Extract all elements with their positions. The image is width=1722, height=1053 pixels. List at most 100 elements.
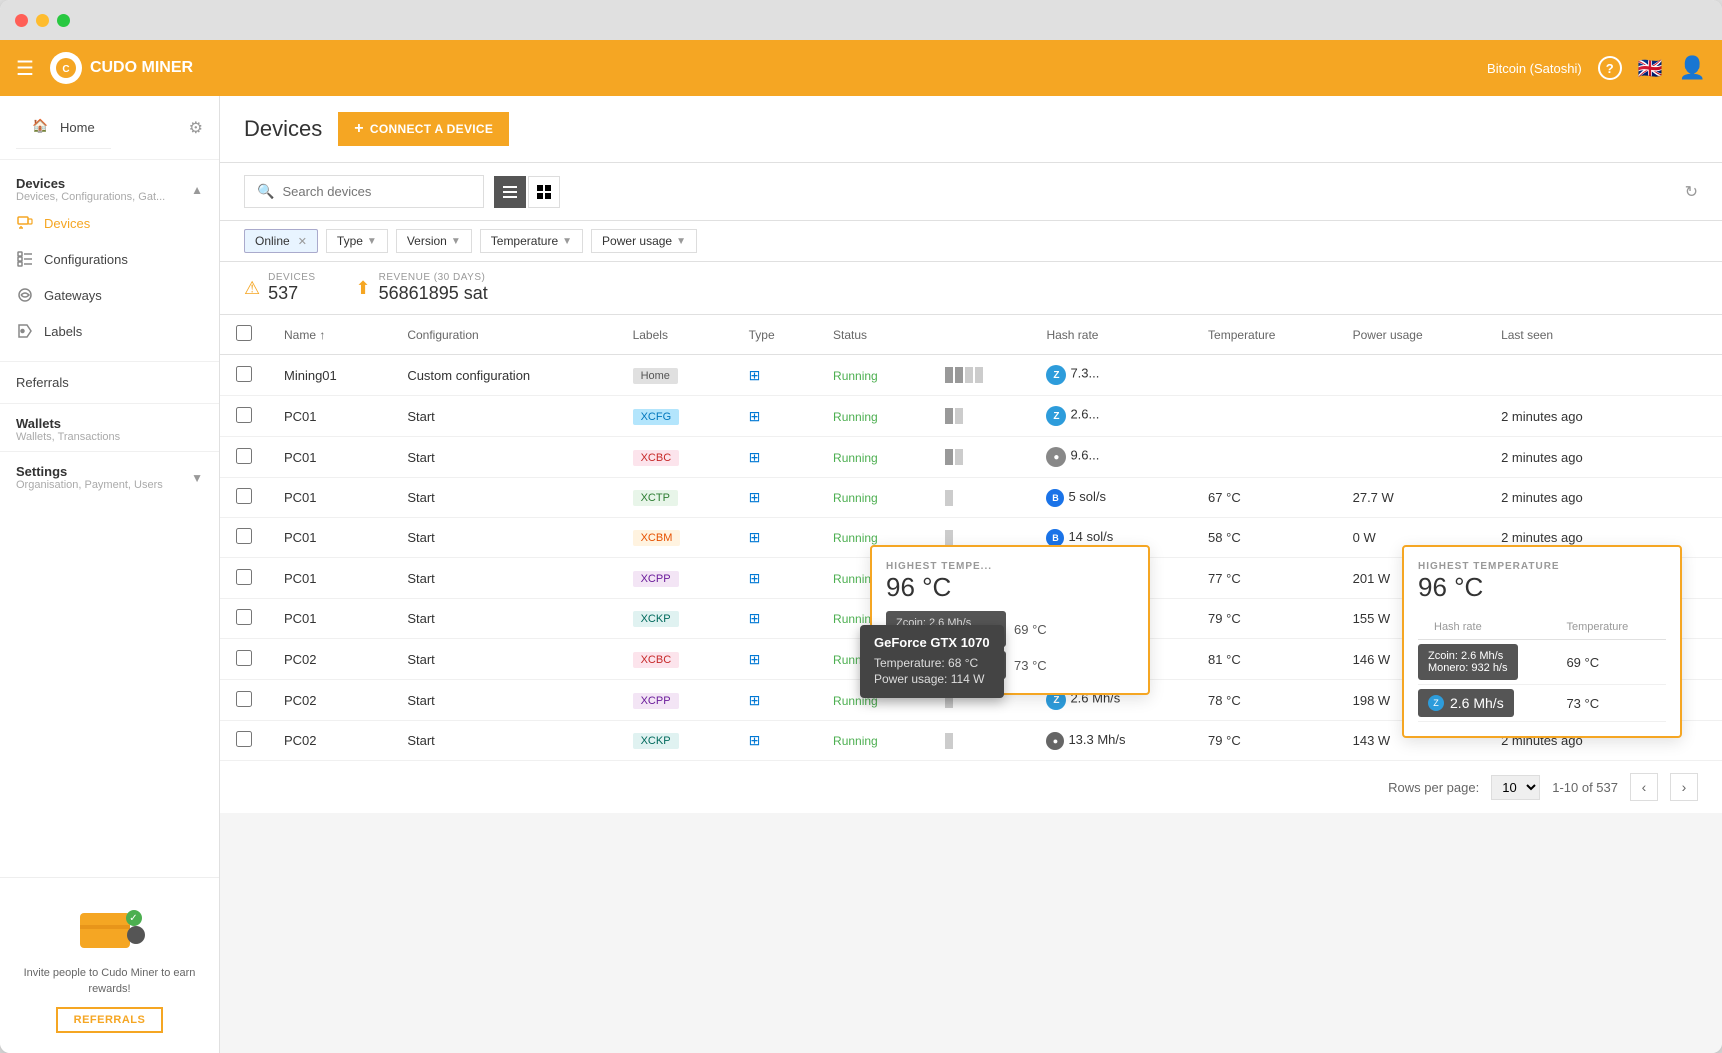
device-config: Start — [391, 639, 616, 680]
help-icon[interactable]: ? — [1598, 56, 1622, 80]
device-label-badge: Home — [633, 368, 678, 384]
row-checkbox[interactable] — [236, 488, 252, 504]
os-icon: ⊞ — [749, 489, 761, 505]
sidebar-item-gateways[interactable]: Gateways — [0, 277, 219, 313]
os-icon: ⊞ — [749, 732, 761, 748]
tooltip-power-row: Power usage: 114 W — [874, 672, 990, 686]
row-checkbox[interactable] — [236, 609, 252, 625]
tooltip-temp-row: Temperature: 68 °C — [874, 656, 990, 670]
sidebar-item-home[interactable]: 🏠 Home — [16, 106, 111, 149]
col-power: Power usage — [1337, 315, 1485, 355]
home-label: Home — [60, 120, 95, 135]
os-icon: ⊞ — [749, 610, 761, 626]
devices-section-header: Devices Devices, Configurations, Gat... — [16, 176, 165, 203]
sidebar-item-referrals[interactable]: Referrals — [0, 366, 219, 399]
row-checkbox[interactable] — [236, 528, 252, 544]
device-hashrate: B5 sol/s — [1030, 478, 1192, 518]
device-status: Running — [833, 531, 878, 545]
settings-collapse-icon[interactable]: ▼ — [191, 471, 203, 485]
device-name: PC02 — [268, 680, 391, 721]
hamburger-menu[interactable]: ☰ — [16, 56, 34, 81]
coin-icon: Z — [1046, 365, 1066, 385]
highlight-card-right: HIGHEST TEMPERATURE 96 °C Hash rate Temp… — [1402, 545, 1682, 738]
collapse-icon[interactable]: ▲ — [191, 183, 203, 197]
device-lastseen: 2 minutes ago — [1485, 396, 1722, 437]
card-right-temp-value: 96 °C — [1418, 572, 1666, 603]
device-name: PC01 — [268, 558, 391, 599]
pagination: Rows per page: 10 25 50 1-10 of 537 ‹ › — [220, 761, 1722, 813]
row-checkbox[interactable] — [236, 650, 252, 666]
filter-type[interactable]: Type ▼ — [326, 229, 388, 253]
sidebar-item-labels-label: Labels — [44, 324, 82, 339]
row-checkbox[interactable] — [236, 731, 252, 747]
close-dot[interactable] — [15, 14, 28, 27]
filter-online-close[interactable]: ✕ — [298, 235, 307, 248]
card-right-temp-label: HIGHEST TEMPERATURE — [1418, 561, 1666, 572]
sidebar-item-gateways-label: Gateways — [44, 288, 102, 303]
connect-btn-label: CONNECT A DEVICE — [370, 122, 493, 136]
filter-version[interactable]: Version ▼ — [396, 229, 472, 253]
settings-section-subtitle: Organisation, Payment, Users — [16, 479, 163, 491]
row-checkbox[interactable] — [236, 366, 252, 382]
row-checkbox[interactable] — [236, 569, 252, 585]
devices-stat: ⚠ DEVICES 537 — [244, 272, 316, 304]
refresh-icon[interactable]: ↻ — [1685, 182, 1698, 202]
top-navigation: ☰ C CUDO MINER Bitcoin (Satoshi) ? 🇬🇧 👤 — [0, 40, 1722, 96]
os-icon: ⊞ — [749, 529, 761, 545]
revenue-stat-content: REVENUE (30 DAYS) 56861895 sat — [379, 272, 488, 304]
device-tooltip: GeForce GTX 1070 Temperature: 68 °C Powe… — [860, 625, 1004, 698]
device-label-badge: XCFG — [633, 409, 680, 425]
settings-section: Settings Organisation, Payment, Users — [16, 464, 163, 491]
filter-power-arrow: ▼ — [676, 236, 686, 247]
row-checkbox[interactable] — [236, 691, 252, 707]
sidebar-item-devices[interactable]: Devices — [0, 205, 219, 241]
device-power — [1337, 355, 1485, 396]
devices-stat-label: DEVICES — [268, 272, 315, 283]
os-icon: ⊞ — [749, 692, 761, 708]
device-name: PC01 — [268, 599, 391, 639]
card-right-row1-temp: 69 °C — [1550, 640, 1666, 685]
row-checkbox[interactable] — [236, 407, 252, 423]
col-bars — [929, 315, 1031, 355]
connect-device-button[interactable]: + CONNECT A DEVICE — [338, 112, 509, 146]
filter-temperature[interactable]: Temperature ▼ — [480, 229, 583, 253]
rows-per-page-select[interactable]: 10 25 50 — [1491, 775, 1540, 800]
maximize-dot[interactable] — [57, 14, 70, 27]
col-type: Type — [733, 315, 817, 355]
pagination-next-button[interactable]: › — [1670, 773, 1698, 801]
minimize-dot[interactable] — [36, 14, 49, 27]
sidebar-item-configurations[interactable]: Configurations — [0, 241, 219, 277]
settings-icon[interactable]: ⚙ — [189, 118, 203, 138]
card-right-temp-col: Temperature — [1550, 611, 1666, 640]
select-all-checkbox[interactable] — [236, 325, 252, 341]
table-row: PC01 Start XCFG ⊞ Running Z2.6... 2 minu… — [220, 396, 1722, 437]
list-view-button[interactable] — [494, 176, 526, 208]
sidebar-item-labels[interactable]: Labels — [0, 313, 219, 349]
search-input[interactable] — [282, 184, 471, 199]
grid-view-button[interactable] — [528, 176, 560, 208]
settings-section-title: Settings — [16, 464, 163, 479]
row-checkbox[interactable] — [236, 448, 252, 464]
filter-online[interactable]: Online ✕ — [244, 229, 318, 253]
device-label-badge: XCPP — [633, 693, 679, 709]
referrals-button[interactable]: REFERRALS — [56, 1007, 164, 1033]
filter-online-label: Online — [255, 234, 290, 248]
filter-temperature-label: Temperature — [491, 234, 558, 248]
device-name: Mining01 — [268, 355, 391, 396]
flag-icon[interactable]: 🇬🇧 — [1638, 56, 1663, 81]
hash-bar — [945, 733, 1015, 749]
device-config: Start — [391, 680, 616, 721]
device-status: Running — [833, 451, 878, 465]
sidebar-item-configurations-label: Configurations — [44, 252, 128, 267]
device-power — [1337, 396, 1485, 437]
revenue-stat-icon: ⬆ — [356, 278, 371, 299]
col-status: Status — [817, 315, 929, 355]
coin-icon: ● — [1046, 447, 1066, 467]
filter-power[interactable]: Power usage ▼ — [591, 229, 697, 253]
col-labels: Labels — [617, 315, 733, 355]
device-label-badge: XCKP — [633, 733, 679, 749]
sidebar-section-title: Devices — [16, 176, 165, 191]
pagination-prev-button[interactable]: ‹ — [1630, 773, 1658, 801]
device-temp: 77 °C — [1192, 558, 1337, 599]
user-avatar-icon[interactable]: 👤 — [1679, 55, 1706, 81]
